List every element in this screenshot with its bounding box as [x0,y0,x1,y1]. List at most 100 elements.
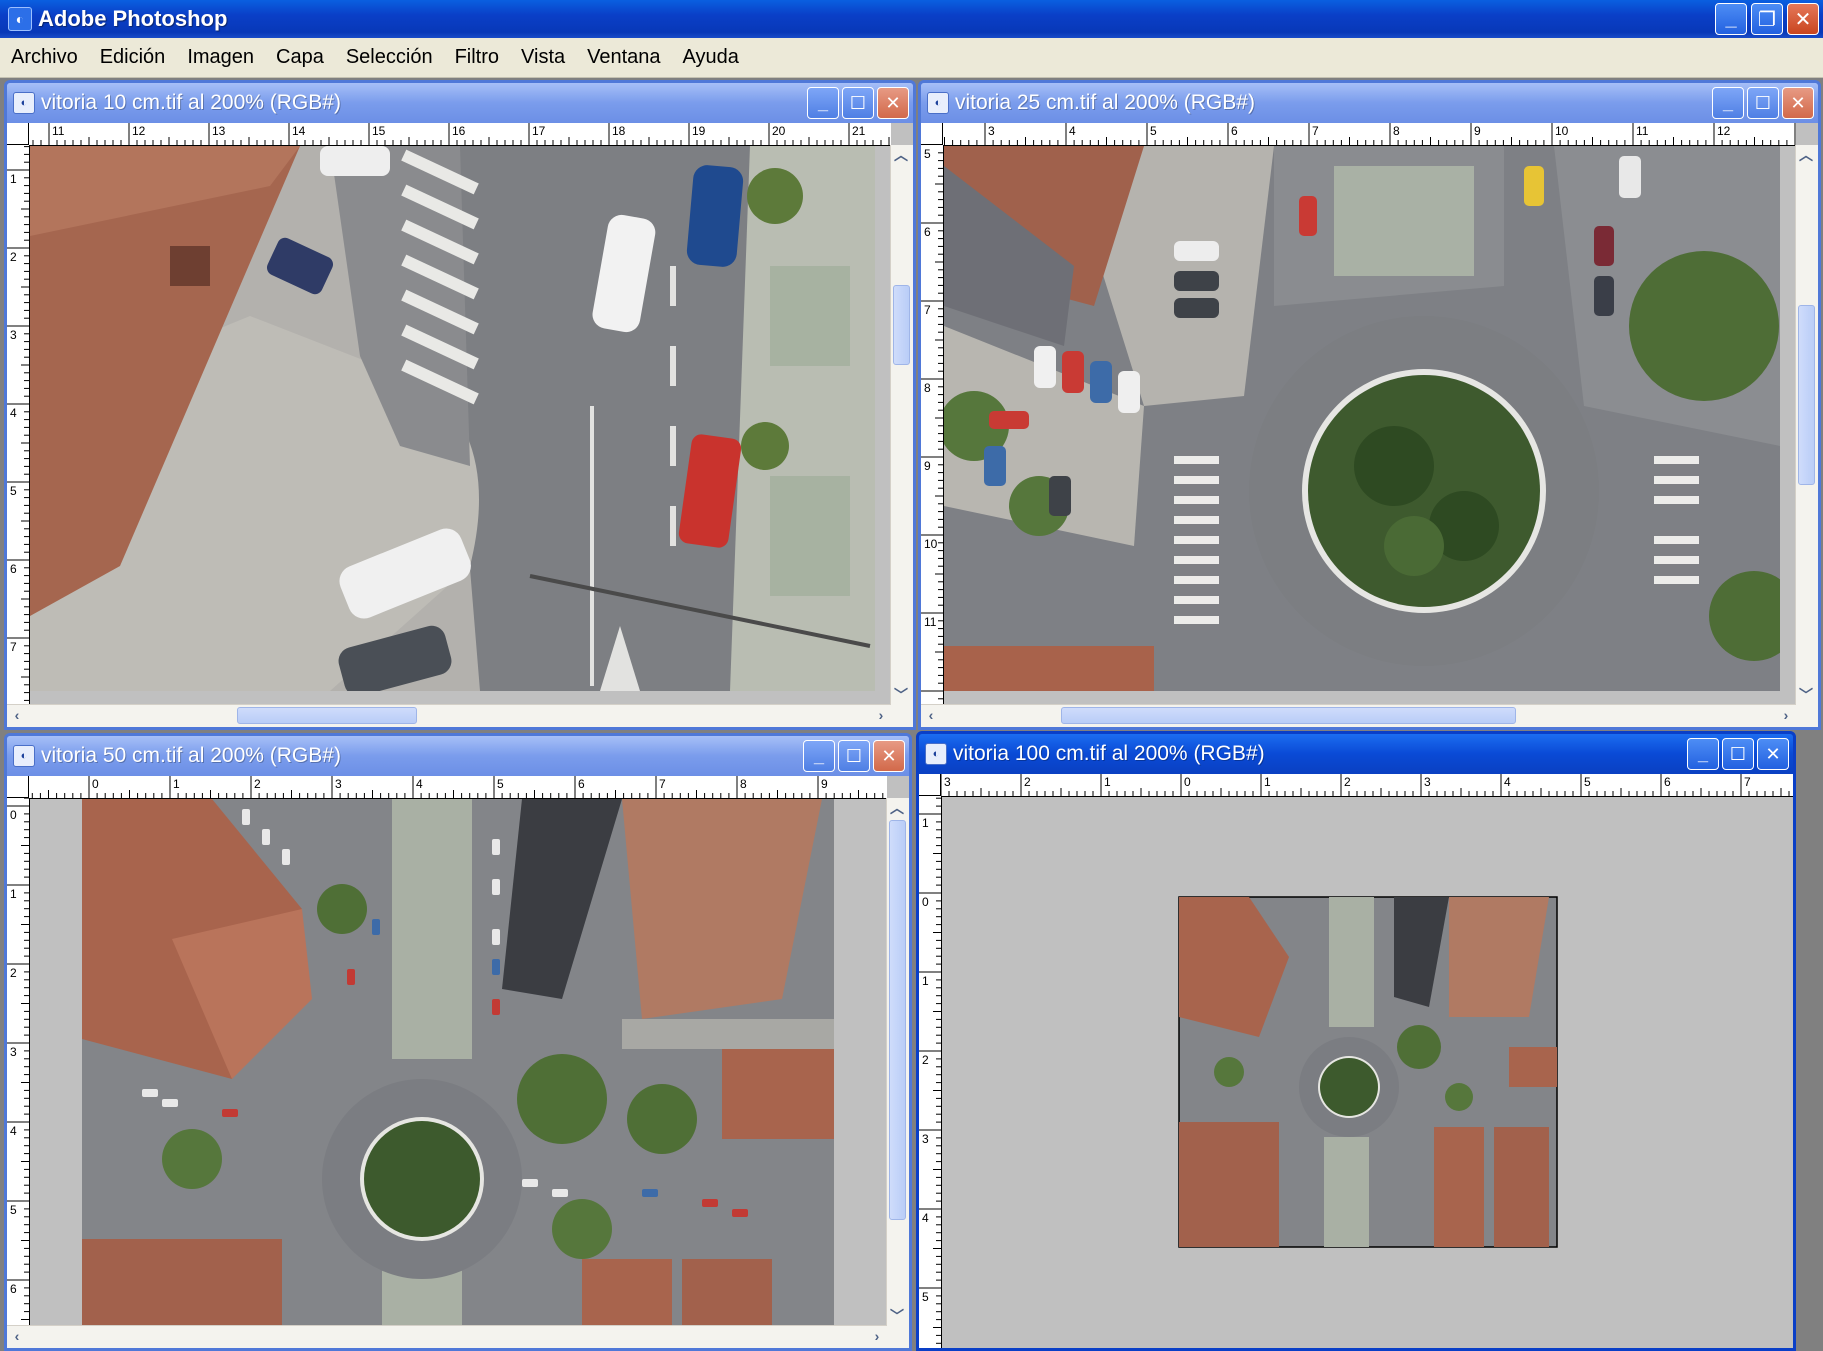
menu-capa[interactable]: Capa [265,46,335,69]
ruler-label: 0 [10,808,17,822]
menu-filtro[interactable]: Filtro [444,46,510,69]
ruler-corner[interactable] [919,774,941,796]
menu-edicion[interactable]: Edición [89,46,177,69]
ruler-label: 9 [1474,124,1481,138]
vertical-scrollbar[interactable]: ︿ ﹀ [886,798,909,1326]
ruler-label: 10 [924,537,938,551]
ruler-label: 7 [1744,775,1751,789]
document-close-button[interactable]: ✕ [873,740,905,772]
menu-seleccion[interactable]: Selección [335,46,444,69]
app-close-button[interactable]: ✕ [1787,3,1819,35]
scroll-right-arrow[interactable]: › [871,705,891,725]
document-titlebar[interactable]: ◐ vitoria 50 cm.tif al 200% (RGB#) _ ☐ ✕ [7,736,909,776]
document-titlebar[interactable]: ◐ vitoria 100 cm.tif al 200% (RGB#) _ ☐ … [919,734,1793,774]
document-close-button[interactable]: ✕ [1757,738,1789,770]
building-roof [944,646,1154,691]
menu-ayuda[interactable]: Ayuda [672,46,750,69]
menu-imagen[interactable]: Imagen [176,46,265,69]
scroll-down-arrow[interactable]: ﹀ [887,1306,907,1326]
ruler-label: 7 [924,303,931,317]
ruler-label: 8 [1393,124,1400,138]
ruler-label: 7 [1312,124,1319,138]
document-minimize-button[interactable]: _ [807,87,839,119]
ruler-label: 5 [1150,124,1157,138]
vertical-scroll-thumb[interactable] [1798,305,1815,485]
resize-grip[interactable] [891,705,913,727]
scroll-up-arrow[interactable]: ︿ [1796,145,1816,165]
document-close-button[interactable]: ✕ [1782,87,1814,119]
image-canvas[interactable] [30,799,887,1326]
menu-archivo[interactable]: Archivo [0,46,89,69]
document-window-100cm[interactable]: ◐ vitoria 100 cm.tif al 200% (RGB#) _ ☐ … [916,731,1796,1351]
scroll-right-arrow[interactable]: › [867,1326,887,1346]
scroll-down-arrow[interactable]: ﹀ [891,685,911,705]
vertical-scrollbar[interactable]: ︿ ﹀ [890,145,913,705]
document-window-50cm[interactable]: ◐ vitoria 50 cm.tif al 200% (RGB#) _ ☐ ✕… [4,733,912,1351]
vertical-ruler[interactable]: 5 6 7 8 9 10 11 [921,145,944,705]
horizontal-scroll-thumb[interactable] [1061,707,1516,724]
ruler-label: 1 [1264,775,1271,789]
ruler-label: 5 [924,147,931,161]
ruler-label: 5 [922,1290,929,1304]
vertical-ruler[interactable]: 1 2 3 4 5 6 7 [7,145,30,705]
ruler-label: 16 [452,124,466,138]
app-minimize-button[interactable]: _ [1715,3,1747,35]
ruler-label: 1 [922,816,929,830]
ruler-corner[interactable] [921,123,943,145]
document-close-button[interactable]: ✕ [877,87,909,119]
document-maximize-button[interactable]: ☐ [842,87,874,119]
menu-bar: Archivo Edición Imagen Capa Selección Fi… [0,38,1823,78]
vertical-scrollbar[interactable]: ︿ ﹀ [1795,145,1818,705]
vertical-scroll-thumb[interactable] [893,285,910,365]
ruler-label: 5 [10,484,17,498]
scroll-left-arrow[interactable]: ‹ [7,705,27,725]
menu-vista[interactable]: Vista [510,46,576,69]
horizontal-scrollbar[interactable]: ‹ › [7,1325,887,1348]
horizontal-scroll-thumb[interactable] [237,707,417,724]
horizontal-ruler[interactable]: 11 12 13 14 15 16 17 18 19 20 21 [29,123,891,146]
ruler-corner[interactable] [7,123,29,145]
vertical-scroll-thumb[interactable] [889,820,906,1220]
scroll-left-arrow[interactable]: ‹ [921,705,941,725]
menu-ventana[interactable]: Ventana [576,46,671,69]
scroll-down-arrow[interactable]: ﹀ [1796,685,1816,705]
scroll-up-arrow[interactable]: ︿ [891,145,911,165]
image-canvas[interactable] [942,797,1793,1348]
ruler-label: 3 [1424,775,1431,789]
scroll-up-arrow[interactable]: ︿ [887,798,907,818]
horizontal-scrollbar[interactable]: ‹ › [921,704,1796,727]
resize-grip[interactable] [1796,705,1818,727]
document-maximize-button[interactable]: ☐ [1747,87,1779,119]
vertical-ruler[interactable]: 1 0 1 2 3 4 5 [919,796,942,1348]
ruler-label: 11 [1636,124,1649,138]
ruler-label: 2 [922,1053,929,1067]
horizontal-scrollbar[interactable]: ‹ › [7,704,891,727]
horizontal-ruler[interactable]: 3 4 5 6 7 8 9 10 11 12 [943,123,1796,146]
document-window-25cm[interactable]: ◐ vitoria 25 cm.tif al 200% (RGB#) _ ☐ ✕… [918,80,1821,730]
app-restore-button[interactable]: ❐ [1751,3,1783,35]
vertical-ruler[interactable]: 0 1 2 3 4 5 6 [7,798,30,1326]
document-body: 1112131415161718192021 1234567 [7,123,913,727]
document-titlebar[interactable]: ◐ vitoria 10 cm.tif al 200% (RGB#) _ ☐ ✕ [7,83,913,123]
document-maximize-button[interactable]: ☐ [838,740,870,772]
ruler-label: 4 [416,777,423,791]
image-canvas[interactable] [944,146,1796,705]
ruler-label: 10 [1555,124,1569,138]
document-minimize-button[interactable]: _ [1712,87,1744,119]
horizontal-ruler[interactable]: 3 2 1 0 1 2 3 4 5 6 7 [941,774,1793,797]
scroll-left-arrow[interactable]: ‹ [7,1326,27,1346]
app-window-controls: _ ❐ ✕ [1715,3,1819,35]
document-minimize-button[interactable]: _ [803,740,835,772]
app-titlebar: ◐ Adobe Photoshop _ ❐ ✕ [0,0,1823,38]
document-maximize-button[interactable]: ☐ [1722,738,1754,770]
photoshop-app-icon[interactable]: ◐ [8,7,32,31]
horizontal-ruler[interactable]: 0 1 2 3 4 5 6 7 8 9 [29,776,887,799]
document-window-controls: _ ☐ ✕ [1712,87,1814,119]
scroll-right-arrow[interactable]: › [1776,705,1796,725]
document-window-10cm[interactable]: ◐ vitoria 10 cm.tif al 200% (RGB#) _ ☐ ✕… [4,80,916,730]
document-titlebar[interactable]: ◐ vitoria 25 cm.tif al 200% (RGB#) _ ☐ ✕ [921,83,1818,123]
document-minimize-button[interactable]: _ [1687,738,1719,770]
resize-grip[interactable] [887,1326,909,1348]
image-canvas[interactable] [30,146,891,705]
ruler-corner[interactable] [7,776,29,798]
